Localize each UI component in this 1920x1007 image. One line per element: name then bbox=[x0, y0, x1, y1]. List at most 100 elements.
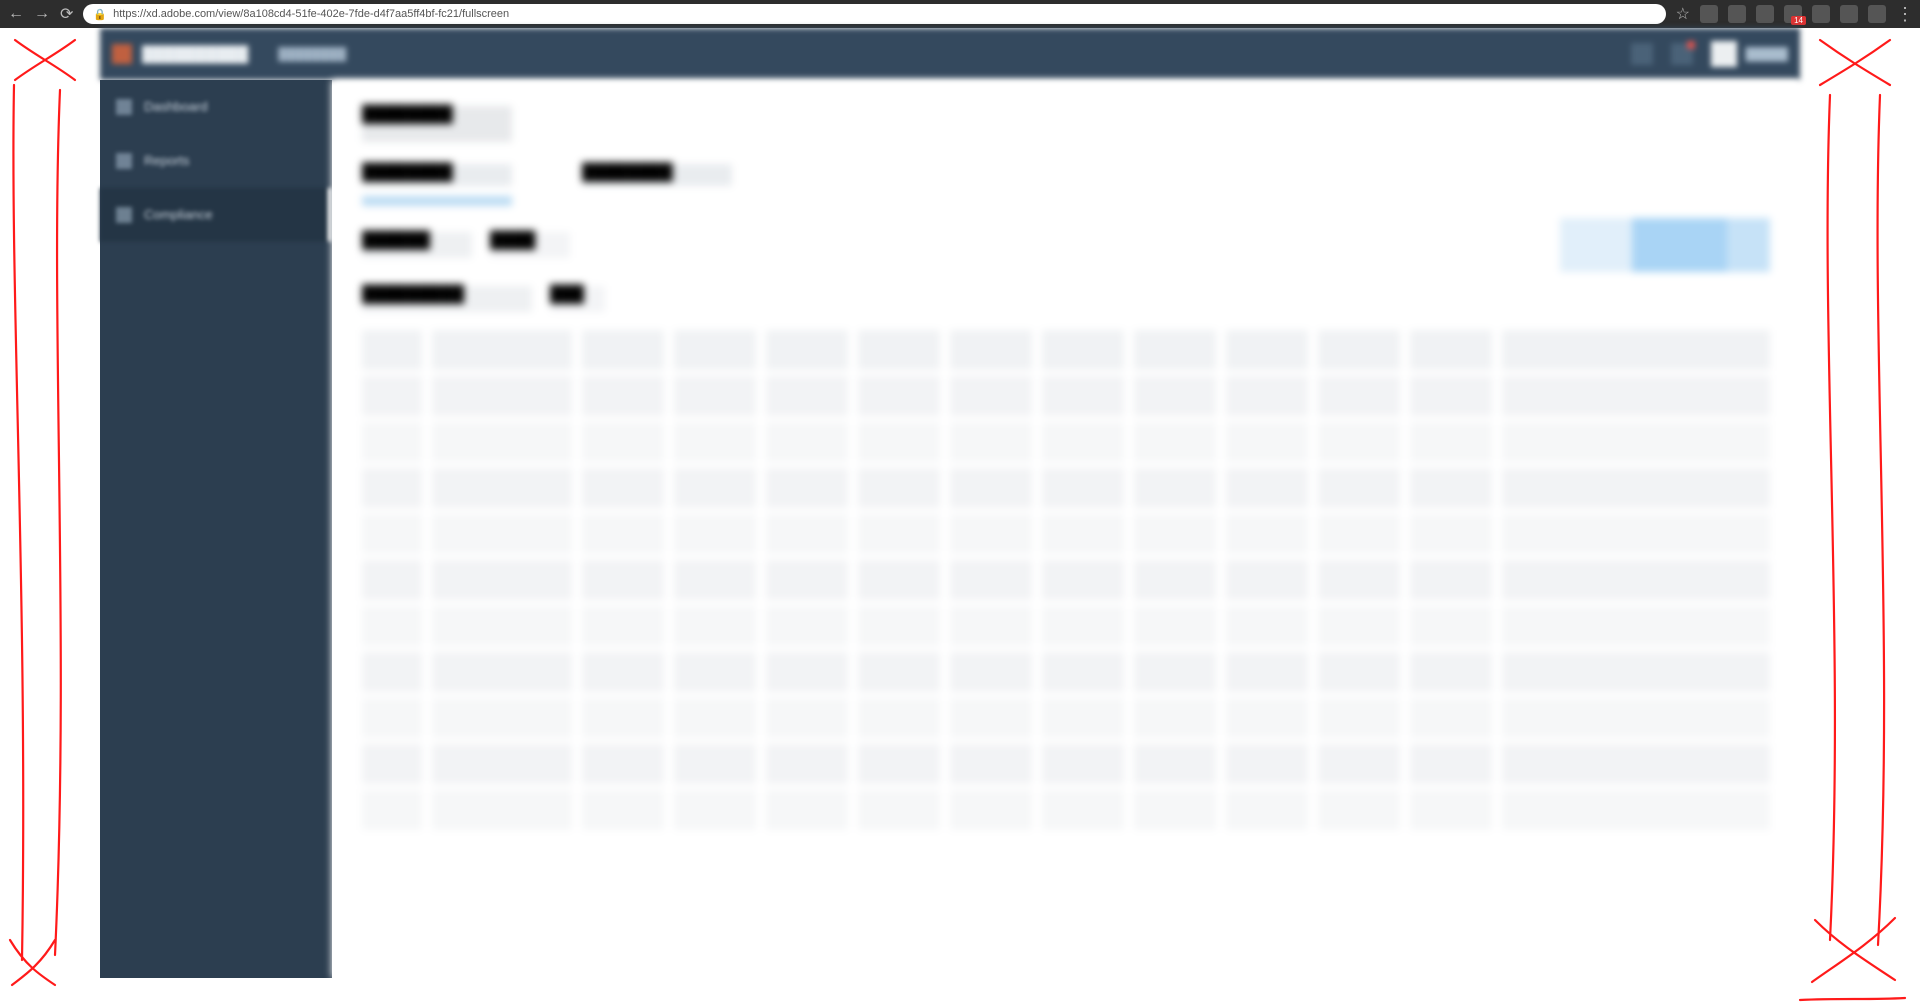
table-cell bbox=[1134, 422, 1216, 462]
table-cell bbox=[362, 744, 422, 784]
table-cell bbox=[1502, 376, 1770, 416]
table-cell bbox=[1042, 790, 1124, 830]
tab[interactable]: ████████ bbox=[582, 164, 732, 186]
back-button[interactable]: ← bbox=[8, 5, 24, 23]
table-cell bbox=[1410, 698, 1492, 738]
table-cell bbox=[858, 744, 940, 784]
lock-icon: 🔒 bbox=[93, 8, 107, 21]
extension-icon[interactable] bbox=[1868, 5, 1886, 23]
extension-icon-badge[interactable] bbox=[1784, 5, 1802, 23]
table-cell bbox=[858, 652, 940, 692]
table-cell bbox=[858, 606, 940, 646]
grid-header-cell bbox=[1042, 330, 1124, 370]
table-cell bbox=[1134, 698, 1216, 738]
tab-underline bbox=[362, 196, 512, 206]
table-cell bbox=[1410, 514, 1492, 554]
table-cell bbox=[362, 422, 422, 462]
table-cell bbox=[1226, 744, 1308, 784]
grid-header-cell bbox=[362, 330, 422, 370]
forward-button[interactable]: → bbox=[34, 5, 50, 23]
extension-icon[interactable] bbox=[1840, 5, 1858, 23]
table-row[interactable] bbox=[362, 468, 1770, 508]
table-cell bbox=[582, 652, 664, 692]
table-cell bbox=[950, 606, 1032, 646]
sidebar-item-compliance[interactable]: Compliance bbox=[100, 188, 332, 242]
table-cell bbox=[858, 422, 940, 462]
table-cell bbox=[1318, 560, 1400, 600]
table-row[interactable] bbox=[362, 790, 1770, 830]
extension-icon[interactable] bbox=[1728, 5, 1746, 23]
grid-header-cell bbox=[1226, 330, 1308, 370]
table-cell bbox=[950, 514, 1032, 554]
extension-icon[interactable] bbox=[1756, 5, 1774, 23]
table-cell bbox=[674, 422, 756, 462]
tab[interactable]: ████████ bbox=[362, 164, 512, 186]
avatar[interactable] bbox=[1711, 41, 1737, 67]
table-cell bbox=[362, 790, 422, 830]
star-icon[interactable]: ☆ bbox=[1676, 4, 1690, 24]
table-cell bbox=[1502, 422, 1770, 462]
data-grid bbox=[362, 330, 1770, 830]
sidebar: Dashboard Reports Compliance bbox=[100, 80, 332, 978]
table-cell bbox=[1042, 422, 1124, 462]
table-cell bbox=[1318, 422, 1400, 462]
reports-icon bbox=[116, 153, 132, 169]
apply-button[interactable] bbox=[1560, 218, 1770, 272]
table-row[interactable] bbox=[362, 560, 1770, 600]
sidebar-item-dashboard[interactable]: Dashboard bbox=[100, 80, 332, 134]
table-cell bbox=[582, 468, 664, 508]
table-cell bbox=[1502, 468, 1770, 508]
table-cell bbox=[582, 606, 664, 646]
table-cell bbox=[582, 560, 664, 600]
table-row[interactable] bbox=[362, 422, 1770, 462]
table-cell bbox=[1042, 514, 1124, 554]
table-cell bbox=[1226, 606, 1308, 646]
table-cell bbox=[1134, 560, 1216, 600]
table-row[interactable] bbox=[362, 514, 1770, 554]
sidebar-item-reports[interactable]: Reports bbox=[100, 134, 332, 188]
grid-header-cell bbox=[674, 330, 756, 370]
table-cell bbox=[858, 560, 940, 600]
table-cell bbox=[432, 698, 572, 738]
table-cell bbox=[766, 790, 848, 830]
reload-button[interactable]: ⟳ bbox=[60, 4, 73, 24]
url-text: https://xd.adobe.com/view/8a108cd4-51fe-… bbox=[113, 8, 509, 20]
table-cell bbox=[1410, 652, 1492, 692]
table-cell bbox=[674, 790, 756, 830]
filter-row-2: █████████ ███ bbox=[362, 286, 1770, 312]
extension-icon[interactable] bbox=[1812, 5, 1830, 23]
table-cell bbox=[1226, 422, 1308, 462]
url-bar[interactable]: 🔒 https://xd.adobe.com/view/8a108cd4-51f… bbox=[83, 4, 1665, 24]
table-row[interactable] bbox=[362, 652, 1770, 692]
table-cell bbox=[1318, 606, 1400, 646]
notifications-icon[interactable] bbox=[1671, 43, 1693, 65]
app-subtitle: ████████ bbox=[278, 47, 346, 61]
app-frame: ██████████ ████████ █████ Dashboard Repo… bbox=[100, 28, 1800, 978]
grid-header-cell bbox=[432, 330, 572, 370]
table-cell bbox=[362, 606, 422, 646]
table-cell bbox=[858, 376, 940, 416]
table-row[interactable] bbox=[362, 698, 1770, 738]
filter-value[interactable]: ████ bbox=[490, 232, 570, 258]
browser-menu-icon[interactable]: ⋮ bbox=[1896, 4, 1912, 25]
filter-value[interactable]: ███ bbox=[550, 286, 605, 312]
table-cell bbox=[1226, 652, 1308, 692]
table-cell bbox=[674, 652, 756, 692]
table-row[interactable] bbox=[362, 376, 1770, 416]
table-cell bbox=[1410, 606, 1492, 646]
table-cell bbox=[766, 514, 848, 554]
table-row[interactable] bbox=[362, 606, 1770, 646]
grid-header-cell bbox=[1410, 330, 1492, 370]
table-cell bbox=[582, 698, 664, 738]
table-cell bbox=[582, 744, 664, 784]
extension-icon[interactable] bbox=[1700, 5, 1718, 23]
header-icon[interactable] bbox=[1631, 43, 1653, 65]
table-cell bbox=[1502, 560, 1770, 600]
table-cell bbox=[1134, 652, 1216, 692]
table-cell bbox=[1502, 514, 1770, 554]
table-cell bbox=[1318, 790, 1400, 830]
table-row[interactable] bbox=[362, 744, 1770, 784]
table-cell bbox=[432, 376, 572, 416]
table-cell bbox=[766, 652, 848, 692]
table-cell bbox=[1042, 560, 1124, 600]
